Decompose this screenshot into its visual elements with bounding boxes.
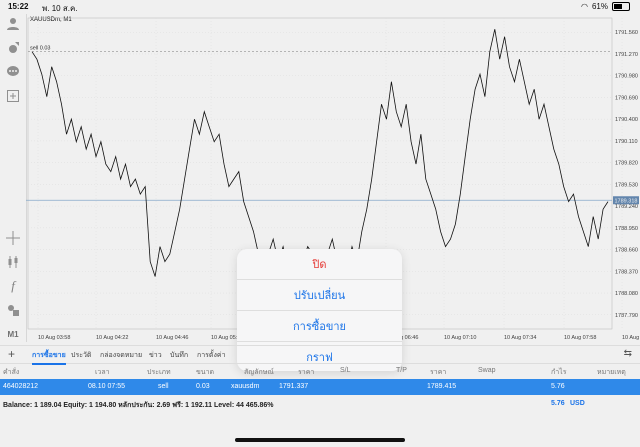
chart-sidebar: f M1 [0, 14, 27, 342]
add-indicator-icon[interactable] [5, 88, 21, 104]
current-price-label: 1789.318 [615, 198, 638, 204]
status-bar: 15:22 พ. 10 ส.ค. ◠ 61% [0, 0, 640, 14]
sell-order-label: sell 0.03 [30, 46, 51, 52]
home-indicator [235, 438, 405, 442]
x-tick-label: 10 Aug 07:58 [564, 335, 596, 341]
add-icon[interactable]: + [8, 347, 15, 361]
col-size: ขนาด [196, 369, 215, 376]
wifi-icon: ◠ [581, 2, 588, 11]
status-time: 15:22 [8, 2, 29, 11]
y-tick-label: 1790.690 [615, 95, 638, 101]
status-right: ◠ 61% [581, 2, 630, 11]
col-sl: S/L [340, 367, 351, 374]
y-tick-label: 1790.400 [615, 117, 638, 123]
col-price: ราคา [298, 369, 315, 376]
row-type: sell [158, 383, 169, 390]
x-tick-label: 10 Aug 03:58 [38, 335, 70, 341]
table-row[interactable]: 464028212 08.10 07:55 sell 0.03 xauusdm … [0, 379, 640, 395]
balance-bar: Balance: 1 189.04 Equity: 1 194.80 หลักป… [0, 397, 640, 411]
x-tick-label: 10 Aug 07:10 [444, 335, 476, 341]
tab-journal[interactable]: บันทึก [170, 350, 188, 361]
col-swap: Swap [478, 367, 496, 374]
terminal-tabs: + การซื้อขาย ประวัติ กล่องจดหมาย ข่าว บั… [0, 345, 640, 365]
tab-history[interactable]: ประวัติ [71, 350, 91, 361]
y-tick-label: 1788.950 [615, 226, 638, 232]
account-icon[interactable] [5, 16, 21, 32]
col-comment: หมายเหตุ [597, 369, 626, 376]
modify-position-button[interactable]: ปรับเปลี่ยน [237, 280, 402, 311]
balance-text: Balance: 1 189.04 Equity: 1 194.80 หลักป… [3, 402, 274, 409]
y-tick-label: 1788.080 [615, 291, 638, 297]
col-type: ประเภท [147, 369, 171, 376]
row-symbol: xauusdm [231, 383, 260, 390]
x-tick-label: 10 Aug 04:46 [156, 335, 188, 341]
y-tick-label: 1790.980 [615, 74, 638, 80]
col-tp: T/P [396, 367, 407, 374]
y-tick-label: 1789.530 [615, 182, 638, 188]
y-tick-label: 1788.370 [615, 269, 638, 275]
y-tick-label: 1789.240 [615, 204, 638, 210]
price-series-line [31, 29, 609, 278]
y-tick-label: 1791.270 [615, 52, 638, 58]
row-size: 0.03 [196, 383, 210, 390]
col-time: เวลา [95, 369, 110, 376]
function-icon[interactable]: f [5, 278, 21, 294]
currency: USD [570, 400, 585, 407]
col-price2: ราคา [430, 369, 447, 376]
row-current-price: 1789.415 [427, 383, 457, 390]
trade-icon[interactable] [5, 40, 21, 56]
col-order: คำสั่ง [3, 369, 20, 376]
close-position-button[interactable]: ปิด [237, 249, 402, 280]
col-profit: กำไร [551, 369, 567, 376]
candlestick-icon[interactable] [5, 254, 21, 270]
y-tick-label: 1790.110 [615, 139, 638, 145]
battery-percent: 61% [591, 2, 608, 11]
chat-icon[interactable] [5, 64, 21, 80]
col-symbol: สัญลักษณ์ [244, 369, 274, 376]
battery-icon [612, 2, 630, 11]
x-tick-label: 10 Aug 08:22 [622, 335, 640, 341]
objects-icon[interactable] [5, 302, 21, 318]
x-tick-label: 10 Aug 07:34 [504, 335, 536, 341]
tab-news[interactable]: ข่าว [149, 350, 162, 361]
row-order: 464028212 [3, 383, 39, 390]
y-tick-label: 1789.820 [615, 161, 638, 167]
row-open-price: 1791.337 [279, 383, 309, 390]
y-tick-label: 1787.790 [615, 313, 638, 319]
y-tick-label: 1791.560 [615, 30, 638, 36]
timeframe-label[interactable]: M1 [5, 326, 21, 342]
row-time: 08.10 07:55 [88, 383, 125, 390]
row-profit: 5.76 [551, 383, 565, 390]
tab-settings[interactable]: การตั้งค่า [197, 350, 226, 361]
layout-icon[interactable]: ⇆ [624, 348, 632, 359]
trade-button[interactable]: การซื้อขาย [237, 311, 402, 342]
table-header: คำสั่ง เวลา ประเภท ขนาด สัญลักษณ์ ราคา S… [0, 364, 640, 378]
tab-mailbox[interactable]: กล่องจดหมาย [100, 350, 142, 361]
total-profit: 5.76 [551, 400, 565, 407]
tab-trade[interactable]: การซื้อขาย [32, 350, 66, 365]
y-tick-label: 1788.660 [615, 248, 638, 254]
x-tick-label: 10 Aug 04:22 [96, 335, 128, 341]
crosshair-icon[interactable] [5, 230, 21, 246]
